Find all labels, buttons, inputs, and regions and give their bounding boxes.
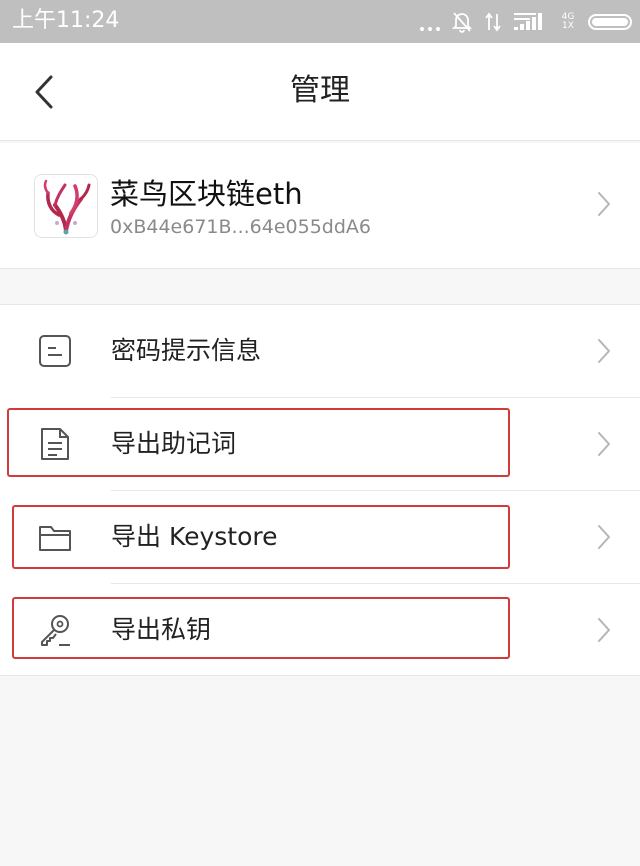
status-time: 上午11:24 <box>12 8 120 33</box>
manage-menu: 密码提示信息 导出助记词 导出 Keystore 导出私钥 <box>0 304 640 676</box>
chevron-right-icon <box>598 192 610 216</box>
wallet-card[interactable]: 菜鸟区块链eth 0xB44e671B...64e055ddA6 <box>0 143 640 269</box>
menu-item-export-mnemonic[interactable]: 导出助记词 <box>0 398 640 490</box>
status-icons: 4G 1X <box>420 9 632 35</box>
chevron-right-icon <box>598 432 610 456</box>
menu-item-label: 导出私钥 <box>111 615 212 644</box>
more-dots-icon <box>420 13 440 31</box>
bell-off-icon <box>452 12 472 33</box>
network-1x: 1X <box>562 21 574 31</box>
chevron-right-icon <box>598 618 610 642</box>
menu-item-label: 密码提示信息 <box>111 336 262 365</box>
menu-item-export-keystore[interactable]: 导出 Keystore <box>0 491 640 583</box>
chevron-right-icon <box>598 339 610 363</box>
folder-icon <box>39 526 71 551</box>
status-bar: 上午11:24 4G 1X <box>0 0 640 43</box>
wallet-name: 菜鸟区块链eth <box>110 177 303 211</box>
wallet-address: 0xB44e671B...64e055ddA6 <box>110 216 371 238</box>
nav-bar: 管理 <box>0 43 640 141</box>
menu-item-label: 导出 Keystore <box>111 522 278 551</box>
note-icon <box>39 335 71 367</box>
network-type: 4G 1X <box>560 13 576 31</box>
chevron-right-icon <box>598 525 610 549</box>
coral-avatar-icon <box>43 179 91 235</box>
wallet-avatar <box>34 174 98 238</box>
document-icon <box>41 428 69 460</box>
page-title: 管理 <box>290 73 350 108</box>
key-icon <box>41 615 70 646</box>
signal-icon <box>514 13 542 30</box>
menu-item-label: 导出助记词 <box>111 429 237 458</box>
battery-icon <box>588 14 632 30</box>
menu-item-export-private-key[interactable]: 导出私钥 <box>0 584 640 676</box>
data-arrows-icon <box>485 12 501 32</box>
menu-item-password-hint[interactable]: 密码提示信息 <box>0 305 640 397</box>
